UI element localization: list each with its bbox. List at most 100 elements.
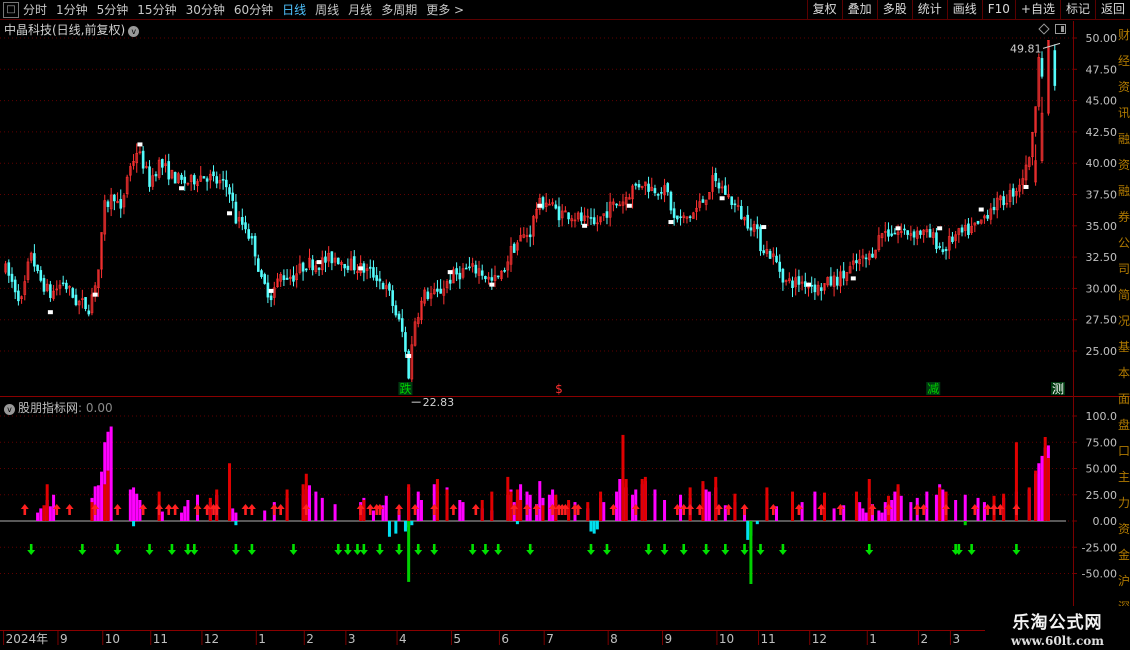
diamond-icon[interactable] [1038,23,1050,35]
red-bar [45,484,49,521]
candle-body [202,176,206,179]
buy-arrow-icon [270,504,279,515]
candle-body [554,204,558,209]
candle-body [1040,58,1044,77]
red-bar [42,505,46,521]
candle-body [512,243,516,253]
window-icon[interactable] [1055,24,1066,34]
low-price-label: 22.83 [423,396,455,409]
candle-body [567,212,570,220]
magenta-bar [416,491,420,521]
period-tab[interactable]: 60分钟 [234,0,273,20]
magenta-bar [925,491,929,521]
toolbar-button[interactable]: 返回 [1094,0,1130,20]
candle-body [656,194,660,196]
red-bar [621,434,625,521]
buy-arrow-icon [164,504,173,515]
candle-body [282,275,286,280]
candle-body [855,260,858,264]
magenta-bar [877,510,881,521]
candle-body [250,236,254,239]
red-bar [445,489,449,521]
indicator-axis-label: 100.0 [1086,410,1118,423]
magenta-bar [615,491,619,521]
candle-body [61,282,65,285]
candle-body [928,229,932,238]
period-tab[interactable]: 15分钟 [137,0,176,20]
magenta-bar [800,502,804,521]
toolbar-button[interactable]: 统计 [911,0,947,20]
candle-body [244,222,247,230]
white-marker [668,220,674,225]
magenta-bar [880,512,884,521]
price-axis: 50.00 47.50 45.00 42.50 40.00 37.50 35.00 32.50… [1073,32,1117,581]
red-bar [490,491,494,521]
candle-body [304,268,308,271]
candle-body [161,159,164,168]
period-tab[interactable]: 更多 > [426,0,464,20]
candle-body [317,267,321,270]
period-tab[interactable]: 30分钟 [186,0,225,20]
indicator-title[interactable]: v 股朋指标网: 0.00 [4,399,113,416]
toolbar-button[interactable]: 画线 [946,0,982,20]
candle-body [39,270,43,281]
period-tab[interactable]: 1分钟 [56,0,88,20]
magenta-bar [96,485,100,521]
period-tab[interactable]: 多周期 [381,0,417,20]
red-bar [599,491,603,521]
candle-body [944,249,948,252]
magenta-bar [458,500,462,521]
candle-body [10,273,14,282]
magenta-bar [899,495,903,521]
price-axis-label: 32.50 [1086,251,1118,264]
menu-box-icon[interactable]: □ [3,1,19,18]
candle-body [484,276,487,280]
stock-title[interactable]: 中晶科技(日线,前复权) v [4,21,140,38]
side-panel-char: 券 [1118,210,1130,224]
toolbar-button[interactable]: 标记 [1059,0,1095,20]
period-tab[interactable]: 5分钟 [97,0,129,20]
candle-body [33,253,36,267]
white-marker [850,276,856,281]
toolbar-button[interactable]: 多股 [876,0,912,20]
period-tab[interactable]: 分时 [23,0,47,20]
price-axis-label: 42.50 [1086,126,1118,139]
magenta-bar [160,511,164,521]
high-price-pointer [1042,42,1061,49]
white-marker [937,226,943,231]
chevron-down-icon[interactable]: v [4,404,15,415]
white-marker [582,223,588,228]
candle-body [394,305,398,316]
period-tab[interactable]: 周线 [315,0,339,20]
candle-body [768,250,772,259]
red-bar [515,489,519,521]
sell-arrow-icon [526,544,535,555]
magenta-bar [183,506,187,521]
candle-body [676,215,679,220]
toolbar-button[interactable]: 叠加 [841,0,877,20]
indicator-axis-label: -25.00 [1082,541,1117,554]
magenta-bar [982,502,986,521]
time-axis-label: 10 [105,632,120,646]
time-axis-label: 8 [610,632,618,646]
candle-body [935,232,938,250]
period-tab[interactable]: 月线 [348,0,372,20]
candle-body [960,227,964,233]
candle-body [381,283,385,290]
period-tab[interactable]: 日线 [282,0,306,20]
chevron-down-icon[interactable]: v [128,26,140,37]
magenta-bar [109,426,113,521]
candle-body [343,263,346,269]
indicator-value: : 0.00 [78,401,113,415]
toolbar-button[interactable]: 复权 [806,0,842,20]
green-bar [749,521,753,584]
toolbar-button[interactable]: F10 [981,0,1015,20]
red-bar [106,470,110,521]
sell-arrow-icon [145,544,154,555]
buy-arrow-icon [171,504,180,515]
toolbar-button[interactable]: +自选 [1014,0,1060,20]
price-axis-label: 30.00 [1086,282,1118,295]
white-marker [719,196,725,201]
chart-canvas[interactable]: 50.0047.5045.0042.5040.0037.5035.0032.50… [0,0,1130,650]
candle-body [65,282,68,290]
